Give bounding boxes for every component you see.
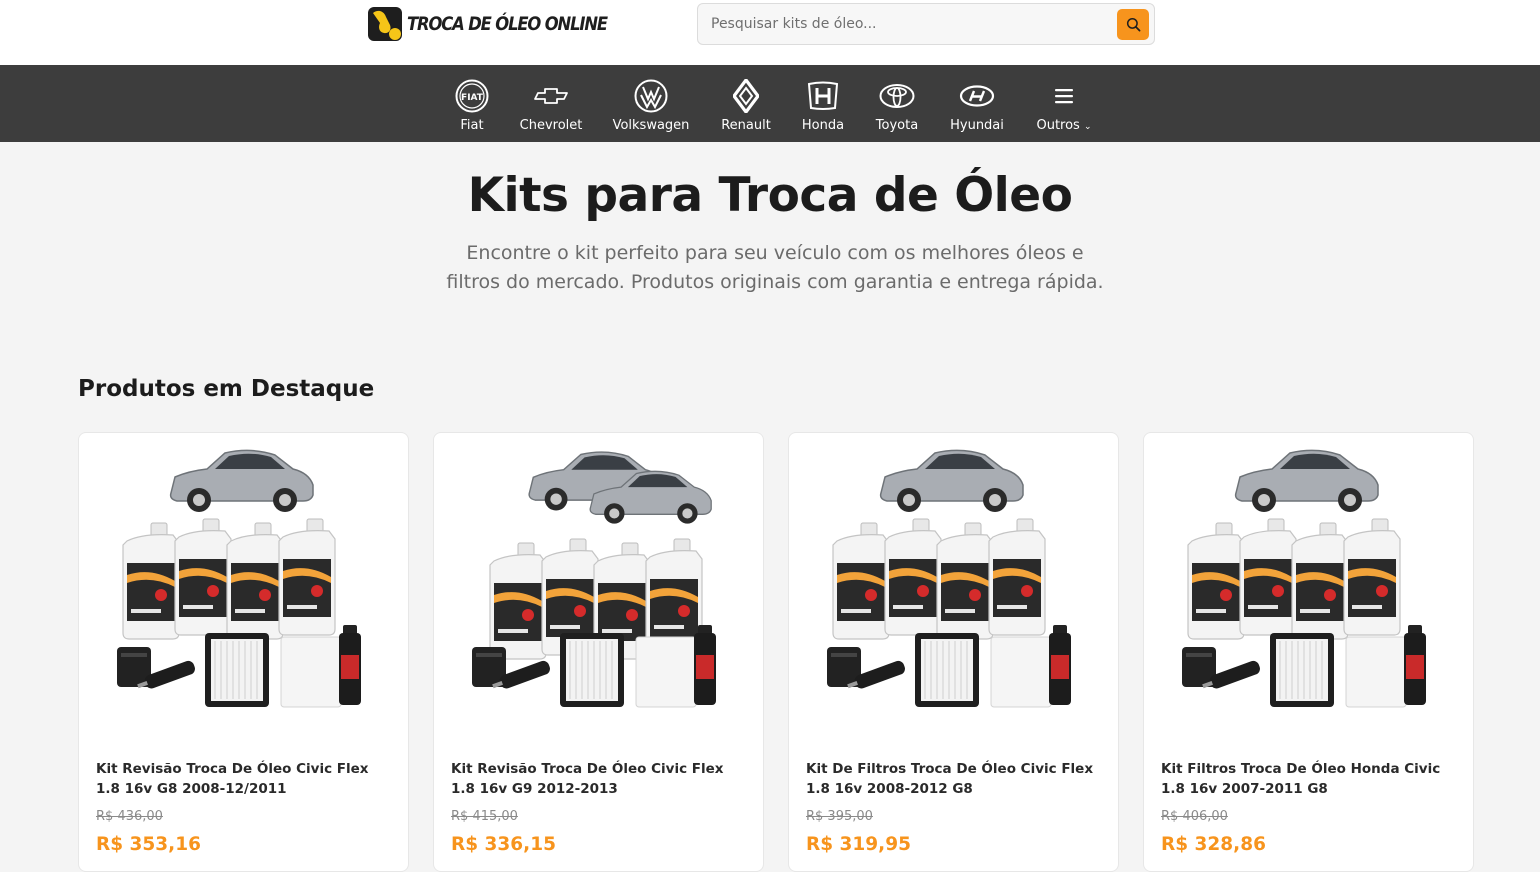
product-name[interactable]: Kit De Filtros Troca De Óleo Civic Flex … — [806, 759, 1101, 799]
brand-fiat[interactable]: FIAT Fiat — [448, 65, 496, 142]
logo-text: TROCA DE ÓLEO ONLINE — [407, 13, 608, 35]
product-card[interactable]: Kit Revisão Troca De Óleo Civic Flex 1.8… — [78, 432, 409, 872]
oil-bottle-illustration — [122, 522, 180, 640]
kit-illustration — [472, 451, 716, 708]
product-price: R$ 328,86 — [1161, 834, 1266, 855]
spray-can-illustration — [1404, 625, 1426, 705]
brand-nav: FIAT Fiat Chevrolet Volkswagen Renault H… — [0, 65, 1540, 142]
cabin-filter-illustration — [1345, 636, 1407, 708]
top-header: TROCA DE ÓLEO ONLINE — [0, 0, 1540, 65]
hyundai-logo-icon — [959, 76, 995, 116]
volkswagen-logo-icon — [634, 76, 668, 116]
oil-bottle-illustration — [1239, 518, 1297, 636]
product-name[interactable]: Kit Revisão Troca De Óleo Civic Flex 1.8… — [96, 759, 391, 799]
oil-bottle-illustration — [884, 518, 942, 636]
air-filter-illustration — [560, 633, 624, 707]
oil-bottle-illustration — [1291, 522, 1349, 640]
brand-label: Toyota — [875, 118, 919, 133]
oil-bottle-illustration — [988, 518, 1046, 636]
brand-label: Renault — [721, 118, 771, 133]
oil-bottle-illustration — [1187, 522, 1245, 640]
site-logo[interactable]: TROCA DE ÓLEO ONLINE — [366, 4, 640, 44]
oil-drop-logo-icon — [366, 5, 404, 43]
cabin-filter-illustration — [635, 636, 697, 708]
car-illustration — [1234, 449, 1379, 512]
brand-toyota[interactable]: Toyota — [872, 65, 922, 142]
product-image[interactable] — [1160, 447, 1458, 739]
brand-label: Outros ⌄ — [1036, 118, 1092, 133]
oil-bottle-illustration — [174, 518, 232, 636]
brand-label: Fiat — [460, 118, 484, 133]
fiat-logo-icon: FIAT — [455, 76, 489, 116]
brand-label: Chevrolet — [519, 118, 583, 133]
product-card[interactable]: Kit Filtros Troca De Óleo Honda Civic 1.… — [1143, 432, 1474, 872]
spray-can-illustration — [694, 625, 716, 705]
product-image[interactable] — [95, 447, 393, 739]
search-button[interactable] — [1117, 9, 1149, 40]
air-filter-illustration — [205, 633, 269, 707]
kit-illustration — [1182, 449, 1426, 708]
page-title: Kits para Troca de Óleo — [467, 168, 1073, 223]
product-name[interactable]: Kit Revisão Troca De Óleo Civic Flex 1.8… — [451, 759, 746, 799]
oil-bottle-illustration — [226, 522, 284, 640]
oil-bottle-illustration — [489, 542, 547, 660]
menu-icon — [1054, 76, 1074, 116]
product-name[interactable]: Kit Filtros Troca De Óleo Honda Civic 1.… — [1161, 759, 1456, 799]
brand-honda[interactable]: Honda — [798, 65, 848, 142]
product-price: R$ 353,16 — [96, 834, 201, 855]
spray-can-illustration — [1049, 625, 1071, 705]
chevron-down-icon: ⌄ — [1083, 122, 1092, 132]
oil-bottle-illustration — [1343, 518, 1401, 636]
oil-bottle-illustration — [936, 522, 994, 640]
product-old-price: R$ 406,00 — [1161, 809, 1228, 824]
cabin-filter-illustration — [280, 636, 342, 708]
search-icon — [1126, 17, 1140, 32]
brand-others-dropdown[interactable]: Outros ⌄ — [1032, 65, 1096, 142]
car-illustration — [879, 449, 1024, 512]
oil-bottle-illustration — [278, 518, 336, 636]
brand-label: Volkswagen — [612, 118, 690, 133]
air-filter-illustration — [1270, 633, 1334, 707]
search-input[interactable] — [698, 4, 1108, 44]
chevrolet-logo-icon — [534, 76, 568, 116]
product-image[interactable] — [450, 447, 748, 739]
oil-bottle-illustration — [832, 522, 890, 640]
air-filter-illustration — [915, 633, 979, 707]
search-bar — [697, 3, 1155, 45]
renault-logo-icon — [733, 76, 759, 116]
cabin-filter-illustration — [990, 636, 1052, 708]
brand-label: Hyundai — [950, 118, 1004, 133]
kit-illustration — [827, 449, 1071, 708]
product-old-price: R$ 395,00 — [806, 809, 873, 824]
car-illustration — [169, 449, 314, 512]
spray-can-illustration — [339, 625, 361, 705]
section-title: Produtos em Destaque — [78, 376, 375, 402]
product-old-price: R$ 436,00 — [96, 809, 163, 824]
page-subtitle: Encontre o kit perfeito para seu veículo… — [446, 242, 1104, 293]
brand-label: Honda — [801, 118, 845, 133]
svg-text:FIAT: FIAT — [461, 93, 484, 103]
honda-logo-icon — [806, 76, 840, 116]
product-card[interactable]: Kit Revisão Troca De Óleo Civic Flex 1.8… — [433, 432, 764, 872]
product-card[interactable]: Kit De Filtros Troca De Óleo Civic Flex … — [788, 432, 1119, 872]
product-image[interactable] — [805, 447, 1103, 739]
product-price: R$ 319,95 — [806, 834, 911, 855]
kit-illustration — [117, 449, 361, 708]
product-old-price: R$ 415,00 — [451, 809, 518, 824]
brand-volkswagen[interactable]: Volkswagen — [610, 65, 692, 142]
brand-hyundai[interactable]: Hyundai — [946, 65, 1008, 142]
product-price: R$ 336,15 — [451, 834, 556, 855]
brand-chevrolet[interactable]: Chevrolet — [516, 65, 586, 142]
brand-renault[interactable]: Renault — [716, 65, 776, 142]
toyota-logo-icon — [879, 76, 915, 116]
